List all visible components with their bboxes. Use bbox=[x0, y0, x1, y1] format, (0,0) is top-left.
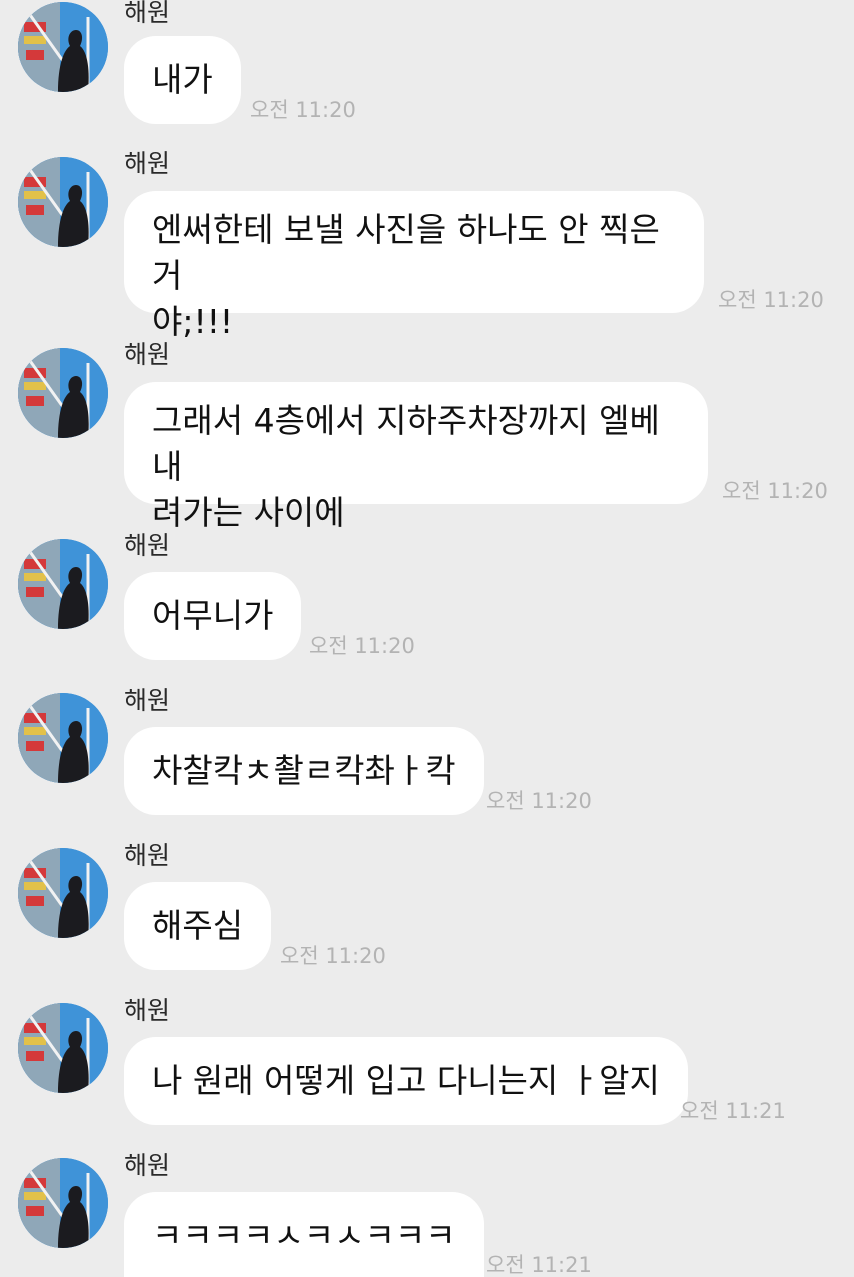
chat-thread[interactable]: 해원 내가 오전 11:20 해원 엔써한테 보낼 사진을 하나도 안 찍은 거… bbox=[0, 0, 854, 1277]
avatar[interactable] bbox=[18, 1003, 108, 1093]
ferris-wheel-photo-icon bbox=[18, 2, 108, 92]
message-bubble[interactable]: 그래서 4층에서 지하주차장까지 엘베 내 려가는 사이에 bbox=[124, 382, 708, 532]
message-timestamp: 오전 11:21 bbox=[486, 1253, 592, 1277]
message-bubble[interactable]: 엔써한테 보낼 사진을 하나도 안 찍은 거 야;!!! bbox=[124, 191, 704, 341]
ferris-wheel-photo-icon bbox=[18, 848, 108, 938]
avatar[interactable] bbox=[18, 2, 108, 92]
sender-name: 해원 bbox=[124, 149, 171, 178]
sender-name: 해원 bbox=[124, 340, 171, 369]
avatar[interactable] bbox=[18, 157, 108, 247]
ferris-wheel-photo-icon bbox=[18, 1003, 108, 1093]
ferris-wheel-photo-icon bbox=[18, 157, 108, 247]
message-timestamp: 오전 11:20 bbox=[280, 944, 386, 968]
ferris-wheel-photo-icon bbox=[18, 1158, 108, 1248]
message-timestamp: 오전 11:20 bbox=[722, 479, 828, 503]
message-bubble[interactable]: 나 원래 어떻게 입고 다니는지 ㅏ알지 bbox=[124, 1037, 688, 1125]
message-timestamp: 오전 11:21 bbox=[680, 1099, 786, 1123]
message-bubble[interactable]: 어무니가 bbox=[124, 572, 302, 660]
ferris-wheel-photo-icon bbox=[18, 693, 108, 783]
avatar[interactable] bbox=[18, 848, 108, 938]
ferris-wheel-photo-icon bbox=[18, 348, 108, 438]
message-bubble[interactable]: ㅋㅋㅋㅋㅅㅋㅅㅋㅋㅋ bbox=[124, 1192, 484, 1277]
message-bubble[interactable]: 내가 bbox=[124, 36, 241, 124]
message-bubble[interactable]: 차찰칵ㅊ촬ㄹ칵촤ㅏ칵 bbox=[124, 727, 484, 815]
avatar[interactable] bbox=[18, 539, 108, 629]
message-timestamp: 오전 11:20 bbox=[718, 288, 824, 312]
message-timestamp: 오전 11:20 bbox=[309, 634, 415, 658]
avatar[interactable] bbox=[18, 693, 108, 783]
sender-name: 해원 bbox=[124, 686, 171, 715]
sender-name: 해원 bbox=[124, 531, 171, 560]
message-timestamp: 오전 11:20 bbox=[486, 789, 592, 813]
ferris-wheel-photo-icon bbox=[18, 539, 108, 629]
sender-name: 해원 bbox=[124, 841, 171, 870]
sender-name: 해원 bbox=[124, 0, 171, 27]
message-timestamp: 오전 11:20 bbox=[250, 98, 356, 122]
sender-name: 해원 bbox=[124, 1151, 171, 1180]
avatar[interactable] bbox=[18, 348, 108, 438]
message-bubble[interactable]: 해주심 bbox=[124, 882, 272, 970]
sender-name: 해원 bbox=[124, 996, 171, 1025]
avatar[interactable] bbox=[18, 1158, 108, 1248]
